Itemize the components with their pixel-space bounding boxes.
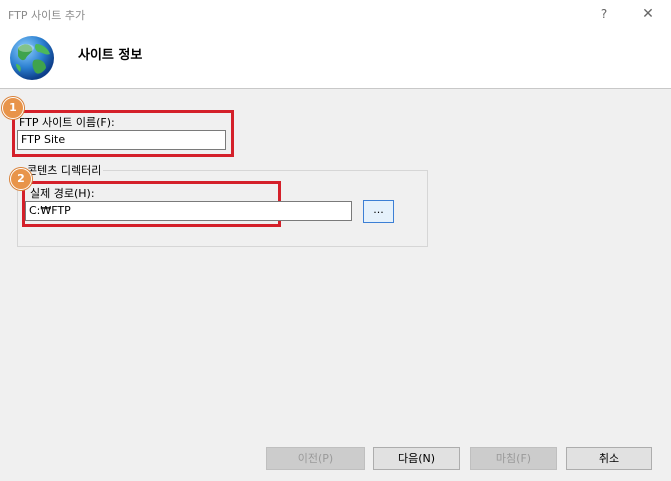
physical-path-input[interactable]: C:₩FTP — [25, 201, 352, 221]
site-name-label: FTP 사이트 이름(F): — [19, 116, 115, 129]
next-button[interactable]: 다음(N) — [373, 447, 460, 470]
site-name-input[interactable]: FTP Site — [17, 130, 226, 150]
globe-icon — [10, 36, 54, 80]
physical-path-label: 실제 경로(H): — [30, 187, 95, 200]
step-badge-2: 2 — [10, 168, 32, 190]
cancel-button[interactable]: 취소 — [566, 447, 652, 470]
page-title: 사이트 정보 — [78, 48, 143, 63]
previous-button[interactable]: 이전(P) — [266, 447, 365, 470]
title-bar: FTP 사이트 추가 ? ✕ — [0, 0, 671, 28]
content-directory-label: 콘텐츠 디렉터리 — [25, 162, 104, 178]
help-button[interactable]: ? — [594, 4, 614, 24]
wizard-header: 사이트 정보 — [0, 28, 671, 89]
browse-button[interactable]: ... — [363, 200, 394, 223]
window-title: FTP 사이트 추가 — [8, 9, 86, 22]
close-button[interactable]: ✕ — [636, 4, 660, 24]
finish-button[interactable]: 마침(F) — [470, 447, 557, 470]
